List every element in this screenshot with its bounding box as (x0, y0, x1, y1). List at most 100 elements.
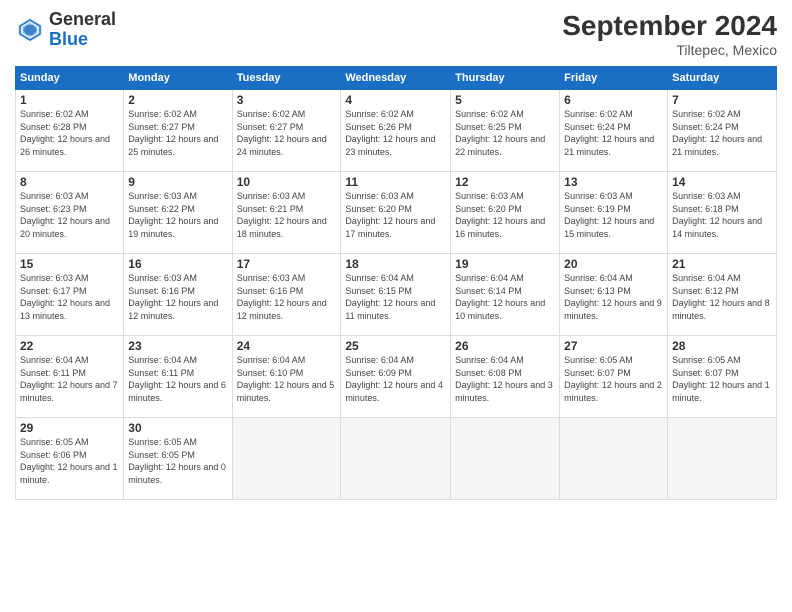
calendar-cell: 6Sunrise: 6:02 AMSunset: 6:24 PMDaylight… (560, 90, 668, 172)
day-number: 16 (128, 257, 227, 271)
day-info: Sunrise: 6:03 AMSunset: 6:21 PMDaylight:… (237, 190, 337, 240)
calendar-cell (451, 418, 560, 500)
month-title: September 2024 (562, 10, 777, 42)
day-info: Sunrise: 6:03 AMSunset: 6:19 PMDaylight:… (564, 190, 663, 240)
col-sunday: Sunday (16, 67, 124, 90)
day-info: Sunrise: 6:05 AMSunset: 6:05 PMDaylight:… (128, 436, 227, 486)
day-info: Sunrise: 6:05 AMSunset: 6:07 PMDaylight:… (564, 354, 663, 404)
calendar-cell (668, 418, 777, 500)
calendar-cell: 1Sunrise: 6:02 AMSunset: 6:28 PMDaylight… (16, 90, 124, 172)
calendar-cell: 29Sunrise: 6:05 AMSunset: 6:06 PMDayligh… (16, 418, 124, 500)
day-number: 6 (564, 93, 663, 107)
day-info: Sunrise: 6:03 AMSunset: 6:20 PMDaylight:… (345, 190, 446, 240)
calendar-cell (232, 418, 341, 500)
calendar-cell: 23Sunrise: 6:04 AMSunset: 6:11 PMDayligh… (124, 336, 232, 418)
calendar-cell: 11Sunrise: 6:03 AMSunset: 6:20 PMDayligh… (341, 172, 451, 254)
day-number: 4 (345, 93, 446, 107)
calendar-row: 8Sunrise: 6:03 AMSunset: 6:23 PMDaylight… (16, 172, 777, 254)
day-info: Sunrise: 6:04 AMSunset: 6:11 PMDaylight:… (128, 354, 227, 404)
calendar-cell: 30Sunrise: 6:05 AMSunset: 6:05 PMDayligh… (124, 418, 232, 500)
calendar-cell: 13Sunrise: 6:03 AMSunset: 6:19 PMDayligh… (560, 172, 668, 254)
day-info: Sunrise: 6:02 AMSunset: 6:28 PMDaylight:… (20, 108, 119, 158)
calendar-cell: 19Sunrise: 6:04 AMSunset: 6:14 PMDayligh… (451, 254, 560, 336)
calendar-cell (560, 418, 668, 500)
day-info: Sunrise: 6:04 AMSunset: 6:14 PMDaylight:… (455, 272, 555, 322)
col-thursday: Thursday (451, 67, 560, 90)
calendar-cell (341, 418, 451, 500)
day-info: Sunrise: 6:03 AMSunset: 6:16 PMDaylight:… (128, 272, 227, 322)
day-info: Sunrise: 6:03 AMSunset: 6:16 PMDaylight:… (237, 272, 337, 322)
day-number: 10 (237, 175, 337, 189)
calendar-row: 22 Sunrise: 6:04 AMSunset: 6:11 PMDayligh… (16, 336, 777, 418)
day-info: Sunrise: 6:05 AMSunset: 6:07 PMDaylight:… (672, 354, 772, 404)
day-number: 17 (237, 257, 337, 271)
day-info: Sunrise: 6:02 AMSunset: 6:24 PMDaylight:… (564, 108, 663, 158)
title-block: September 2024 Tiltepec, Mexico (562, 10, 777, 58)
logo-text: General Blue (49, 10, 116, 50)
day-number: 15 (20, 257, 119, 271)
calendar-table: Sunday Monday Tuesday Wednesday Thursday… (15, 66, 777, 500)
calendar-cell: 2Sunrise: 6:02 AMSunset: 6:27 PMDaylight… (124, 90, 232, 172)
calendar-row: 29Sunrise: 6:05 AMSunset: 6:06 PMDayligh… (16, 418, 777, 500)
col-wednesday: Wednesday (341, 67, 451, 90)
day-number: 3 (237, 93, 337, 107)
day-number: 28 (672, 339, 772, 353)
calendar-cell: 24Sunrise: 6:04 AMSunset: 6:10 PMDayligh… (232, 336, 341, 418)
logo-general-text: General (49, 9, 116, 29)
day-number: 26 (455, 339, 555, 353)
calendar-row: 1Sunrise: 6:02 AMSunset: 6:28 PMDaylight… (16, 90, 777, 172)
calendar-cell: 3Sunrise: 6:02 AMSunset: 6:27 PMDaylight… (232, 90, 341, 172)
page: General Blue September 2024 Tiltepec, Me… (0, 0, 792, 612)
calendar-cell: 20Sunrise: 6:04 AMSunset: 6:13 PMDayligh… (560, 254, 668, 336)
day-number: 27 (564, 339, 663, 353)
day-number: 1 (20, 93, 119, 107)
day-info: Sunrise: 6:04 AMSunset: 6:13 PMDaylight:… (564, 272, 663, 322)
day-info: Sunrise: 6:02 AMSunset: 6:25 PMDaylight:… (455, 108, 555, 158)
calendar-cell: 7Sunrise: 6:02 AMSunset: 6:24 PMDaylight… (668, 90, 777, 172)
day-info: Sunrise: 6:03 AMSunset: 6:22 PMDaylight:… (128, 190, 227, 240)
calendar-cell: 25Sunrise: 6:04 AMSunset: 6:09 PMDayligh… (341, 336, 451, 418)
logo-icon (15, 15, 45, 45)
calendar-cell: 5Sunrise: 6:02 AMSunset: 6:25 PMDaylight… (451, 90, 560, 172)
day-number: 25 (345, 339, 446, 353)
day-info: Sunrise: 6:02 AMSunset: 6:26 PMDaylight:… (345, 108, 446, 158)
calendar-cell: 18Sunrise: 6:04 AMSunset: 6:15 PMDayligh… (341, 254, 451, 336)
day-info: Sunrise: 6:03 AMSunset: 6:17 PMDaylight:… (20, 272, 119, 322)
calendar-header-row: Sunday Monday Tuesday Wednesday Thursday… (16, 67, 777, 90)
day-info: Sunrise: 6:04 AMSunset: 6:09 PMDaylight:… (345, 354, 446, 404)
day-number: 23 (128, 339, 227, 353)
calendar-cell: 14Sunrise: 6:03 AMSunset: 6:18 PMDayligh… (668, 172, 777, 254)
day-number: 18 (345, 257, 446, 271)
calendar-cell: 28Sunrise: 6:05 AMSunset: 6:07 PMDayligh… (668, 336, 777, 418)
day-number: 20 (564, 257, 663, 271)
calendar-cell: 9Sunrise: 6:03 AMSunset: 6:22 PMDaylight… (124, 172, 232, 254)
calendar-cell: 27Sunrise: 6:05 AMSunset: 6:07 PMDayligh… (560, 336, 668, 418)
calendar-cell: 21Sunrise: 6:04 AMSunset: 6:12 PMDayligh… (668, 254, 777, 336)
day-number: 22 (20, 339, 119, 353)
col-saturday: Saturday (668, 67, 777, 90)
day-info: Sunrise: 6:04 AMSunset: 6:08 PMDaylight:… (455, 354, 555, 404)
day-info: Sunrise: 6:03 AMSunset: 6:18 PMDaylight:… (672, 190, 772, 240)
day-number: 29 (20, 421, 119, 435)
calendar-cell: 26Sunrise: 6:04 AMSunset: 6:08 PMDayligh… (451, 336, 560, 418)
location: Tiltepec, Mexico (562, 42, 777, 58)
day-info: Sunrise: 6:04 AMSunset: 6:12 PMDaylight:… (672, 272, 772, 322)
day-number: 8 (20, 175, 119, 189)
calendar-cell: 15Sunrise: 6:03 AMSunset: 6:17 PMDayligh… (16, 254, 124, 336)
day-number: 19 (455, 257, 555, 271)
day-info: Sunrise: 6:04 AMSunset: 6:10 PMDaylight:… (237, 354, 337, 404)
day-number: 7 (672, 93, 772, 107)
day-info: Sunrise: 6:02 AMSunset: 6:24 PMDaylight:… (672, 108, 772, 158)
day-number: 24 (237, 339, 337, 353)
day-info: Sunrise: 6:03 AMSunset: 6:20 PMDaylight:… (455, 190, 555, 240)
day-number: 30 (128, 421, 227, 435)
calendar-cell: 22Sunrise: 6:04 AMSunset: 6:11 PMDayligh… (16, 336, 124, 418)
day-number: 14 (672, 175, 772, 189)
day-number: 5 (455, 93, 555, 107)
day-number: 9 (128, 175, 227, 189)
day-number: 12 (455, 175, 555, 189)
day-number: 21 (672, 257, 772, 271)
day-number: 13 (564, 175, 663, 189)
day-info: Sunrise: 6:04 AMSunset: 6:15 PMDaylight:… (345, 272, 446, 322)
calendar-cell: 10Sunrise: 6:03 AMSunset: 6:21 PMDayligh… (232, 172, 341, 254)
